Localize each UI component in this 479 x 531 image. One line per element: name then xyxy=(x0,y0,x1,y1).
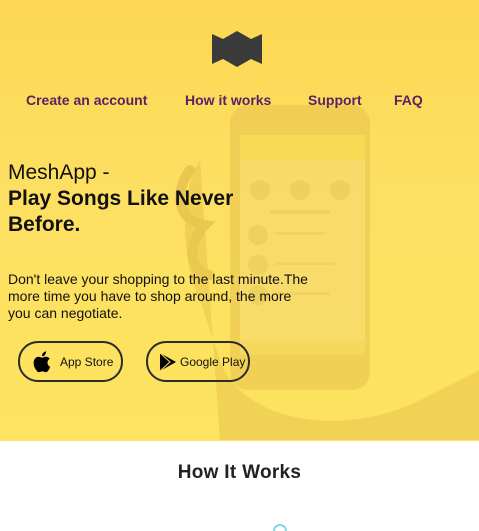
phone-illustration xyxy=(175,105,479,440)
play-store-icon xyxy=(159,352,176,371)
hero-section: Create an account How it works Support F… xyxy=(0,0,479,441)
meshapp-logo-icon[interactable] xyxy=(211,31,263,67)
nav-create-account[interactable]: Create an account xyxy=(26,92,147,108)
hero-description: Don't leave your shopping to the last mi… xyxy=(8,271,308,321)
apple-icon xyxy=(33,350,51,372)
nav-support[interactable]: Support xyxy=(308,92,362,108)
step-ring-icon xyxy=(273,524,287,531)
main-nav: Create an account How it works Support F… xyxy=(0,92,479,112)
hero-tagline: Play Songs Like Never Before. xyxy=(8,187,234,236)
nav-faq[interactable]: FAQ xyxy=(394,92,423,108)
hero-brand: MeshApp - xyxy=(8,161,110,184)
how-it-works-heading: How It Works xyxy=(177,462,302,483)
hero-headline: MeshApp - Play Songs Like Never Before. xyxy=(8,160,308,238)
app-store-label: App Store xyxy=(60,354,114,369)
google-play-label: Google Play xyxy=(180,354,246,369)
google-play-button[interactable]: Google Play xyxy=(146,341,250,382)
app-store-button[interactable]: App Store xyxy=(18,341,123,382)
nav-how-it-works[interactable]: How it works xyxy=(185,92,271,108)
